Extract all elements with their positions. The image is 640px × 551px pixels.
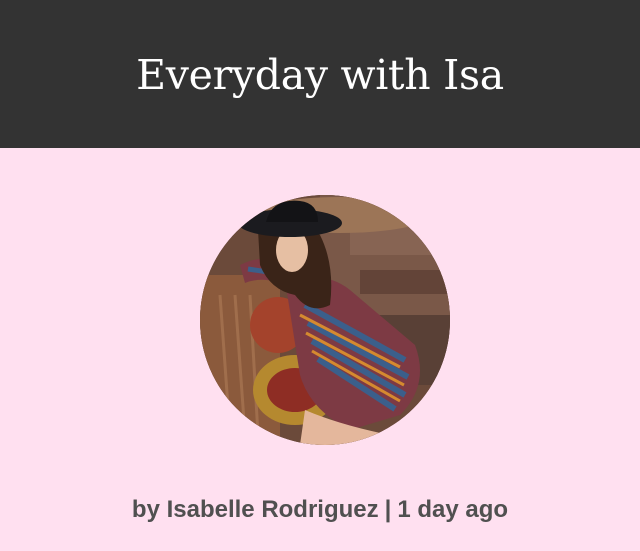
author-avatar [200, 195, 450, 445]
author-name: Isabelle Rodriguez [166, 496, 379, 523]
author-photo-illustration [200, 195, 450, 445]
byline-separator: | [384, 496, 392, 523]
byline-prefix: by [131, 496, 160, 523]
post-byline: by Isabelle Rodriguez | 1 day ago [0, 496, 640, 524]
post-main: by Isabelle Rodriguez | 1 day ago [0, 148, 640, 551]
post-timestamp: 1 day ago [397, 496, 509, 523]
site-title: Everyday with Isa [136, 51, 504, 99]
site-header: Everyday with Isa [0, 0, 640, 148]
